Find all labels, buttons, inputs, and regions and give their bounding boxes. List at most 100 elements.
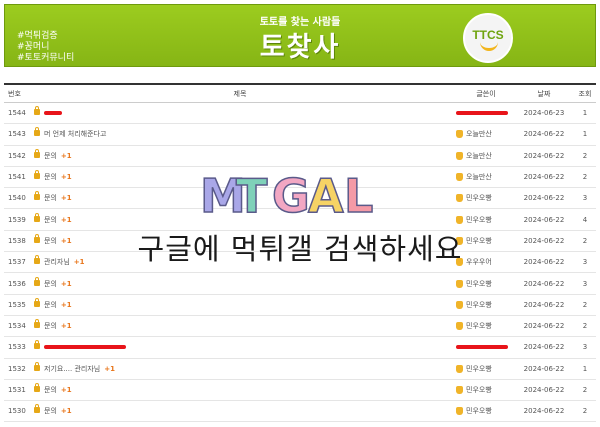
comment-count: +1: [60, 194, 72, 203]
row-title-cell: 문의 +1: [34, 273, 434, 293]
table-row[interactable]: 1541 문의 +1 오늘만산 2024-06-22 2: [4, 167, 596, 189]
post-title-link[interactable]: 문의: [44, 172, 57, 182]
comment-count: +1: [60, 236, 72, 245]
table-row[interactable]: 1537 관리자님 +1 우우우어 2024-06-22 3: [4, 252, 596, 274]
site-banner: #먹튀검증 #꽁머니 #토토커뮤니티 토토를 찾는 사람들 토찾사 TTCS: [4, 4, 596, 67]
row-title-cell: 문의 +1: [34, 209, 434, 229]
row-number: 1536: [8, 279, 26, 288]
table-row[interactable]: 1542 문의 +1 오늘만산 2024-06-22 2: [4, 146, 596, 167]
post-title-link[interactable]: 문의: [44, 300, 57, 310]
board-table: 번호 제목 글쓴이 날짜 조회 1544 2024-06-23 1 1543 머 언제 …: [4, 83, 596, 423]
author-name[interactable]: 민우오빵: [466, 193, 492, 203]
lock-icon: [34, 212, 40, 222]
row-number: 1539: [8, 215, 26, 224]
member-level-icon: [456, 258, 463, 267]
author-name[interactable]: 민우오빵: [466, 215, 492, 225]
header-views: 조회: [578, 89, 592, 98]
comment-count: +1: [60, 386, 72, 394]
row-number: 1532: [8, 364, 26, 373]
row-author-cell: 민우오빵: [456, 209, 516, 229]
post-title-link[interactable]: 문의: [44, 321, 57, 331]
author-name[interactable]: 민우오빵: [466, 364, 492, 374]
post-title-link[interactable]: 문의: [44, 193, 57, 203]
post-title-link[interactable]: 저기요.... 관리자님: [44, 364, 100, 374]
member-level-icon: [456, 215, 463, 224]
table-row[interactable]: 1543 머 언제 처리해준다고 오늘만산 2024-06-22 1: [4, 124, 596, 146]
lock-icon: [34, 276, 40, 286]
row-number: 1544: [8, 109, 26, 118]
post-title-link[interactable]: 문의: [44, 406, 57, 416]
row-date: 2024-06-22: [523, 300, 565, 309]
author-name[interactable]: 우우우어: [466, 257, 492, 267]
post-title-link[interactable]: 관리자님: [44, 257, 70, 267]
row-views: 1: [582, 364, 588, 373]
table-row[interactable]: 1538 문의 +1 민우오빵 2024-06-22 2: [4, 231, 596, 253]
table-row[interactable]: 1531 문의 +1 민우오빵 2024-06-22 2: [4, 380, 596, 402]
row-views: 1: [582, 130, 588, 139]
lock-icon: [34, 297, 40, 307]
row-date: 2024-06-22: [523, 173, 565, 182]
table-row[interactable]: 1534 문의 +1 민우오빵 2024-06-22 2: [4, 316, 596, 338]
header-date: 날짜: [537, 89, 551, 98]
header-title: 제목: [233, 89, 247, 98]
table-header: 번호 제목 글쓴이 날짜 조회: [4, 83, 596, 103]
author-name[interactable]: 민우오빵: [466, 300, 492, 310]
row-author-cell: [456, 103, 516, 123]
member-level-icon: [456, 407, 463, 416]
redaction-mark: [456, 111, 508, 116]
comment-count: +1: [60, 407, 72, 416]
post-title-link[interactable]: 문의: [44, 215, 57, 225]
author-name[interactable]: 오늘만산: [466, 129, 492, 139]
post-title-link[interactable]: 문의: [44, 385, 57, 395]
row-date: 2024-06-22: [523, 364, 565, 373]
post-title-link[interactable]: 문의: [44, 236, 57, 246]
author-name[interactable]: 민우오빵: [466, 406, 492, 416]
row-author-cell: 민우오빵: [456, 231, 516, 251]
table-row[interactable]: 1539 문의 +1 민우오빵 2024-06-22 4: [4, 209, 596, 231]
author-name[interactable]: 민우오빵: [466, 236, 492, 246]
row-views: 2: [582, 151, 588, 160]
row-title-cell: [34, 103, 434, 123]
post-title-link[interactable]: 머 언제 처리해준다고: [44, 129, 106, 139]
table-row[interactable]: 1533 2024-06-22 3: [4, 337, 596, 359]
row-views: 2: [582, 173, 588, 182]
lock-icon: [34, 170, 40, 180]
logo-text: TTCS: [472, 28, 504, 42]
row-title-cell: 문의 +1: [34, 167, 434, 187]
member-level-icon: [456, 322, 463, 331]
row-views: 3: [582, 279, 588, 288]
author-name[interactable]: 민우오빵: [466, 321, 492, 331]
lock-icon: [34, 319, 40, 329]
table-row[interactable]: 1544 2024-06-23 1: [4, 103, 596, 125]
table-row[interactable]: 1530 문의 +1 민우오빵 2024-06-22 2: [4, 401, 596, 423]
row-views: 3: [582, 194, 588, 203]
row-views: 2: [582, 236, 588, 245]
row-date: 2024-06-22: [523, 343, 565, 352]
row-title-cell: 문의 +1: [34, 188, 434, 208]
table-row[interactable]: 1536 문의 +1 민우오빵 2024-06-22 3: [4, 273, 596, 295]
post-title-link[interactable]: 문의: [44, 279, 57, 289]
lock-icon: [34, 383, 40, 392]
site-logo[interactable]: TTCS: [463, 13, 513, 63]
row-date: 2024-06-22: [523, 386, 565, 394]
redaction-mark: [44, 111, 62, 116]
row-views: 3: [582, 258, 588, 267]
row-date: 2024-06-22: [523, 258, 565, 267]
row-date: 2024-06-22: [523, 407, 565, 416]
author-name[interactable]: 오늘만산: [466, 151, 492, 161]
author-name[interactable]: 오늘만산: [466, 172, 492, 182]
table-row[interactable]: 1535 문의 +1 민우오빵 2024-06-22 2: [4, 295, 596, 316]
row-views: 2: [582, 386, 588, 394]
row-title-cell: 저기요.... 관리자님 +1: [34, 359, 434, 379]
author-name[interactable]: 민우오빵: [466, 279, 492, 289]
row-views: 2: [582, 300, 588, 309]
lock-icon: [34, 255, 40, 265]
table-row[interactable]: 1532 저기요.... 관리자님 +1 민우오빵 2024-06-22 1: [4, 359, 596, 380]
post-title-link[interactable]: 문의: [44, 151, 57, 161]
row-author-cell: 오늘만산: [456, 167, 516, 187]
table-row[interactable]: 1540 문의 +1 민우오빵 2024-06-22 3: [4, 188, 596, 210]
header-author: 글쓴이: [476, 89, 496, 98]
table-body: 1544 2024-06-23 1 1543 머 언제 처리해준다고 오늘만산 2024-0…: [4, 103, 596, 423]
row-date: 2024-06-22: [523, 130, 565, 139]
author-name[interactable]: 민우오빵: [466, 385, 492, 395]
